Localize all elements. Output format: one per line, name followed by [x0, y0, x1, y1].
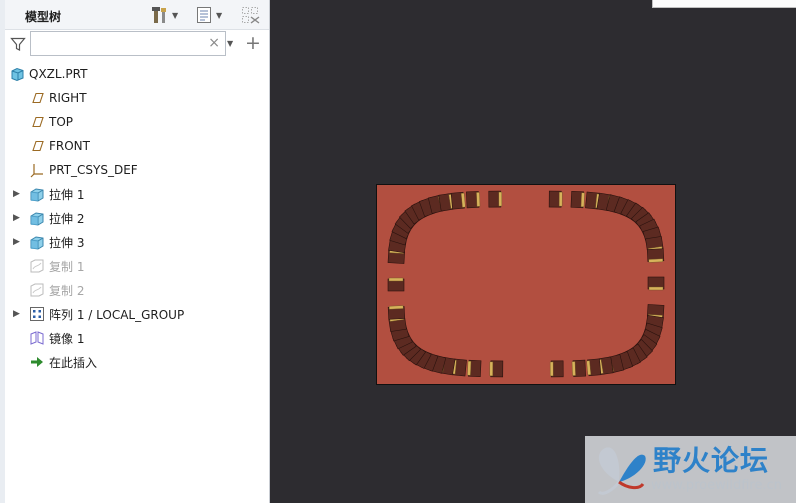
panel-header: 模型树 ▼ ▼: [5, 0, 269, 30]
bead-segment: [548, 190, 563, 208]
bead-segment: [467, 359, 482, 378]
tools-icon: [152, 7, 166, 23]
panel-title: 模型树: [25, 10, 62, 24]
bead-segment: [586, 358, 602, 377]
tree-item[interactable]: FRONT: [5, 134, 269, 158]
tree-item[interactable]: ▶ 拉伸 1: [5, 182, 269, 206]
tree-item[interactable]: RIGHT: [5, 86, 269, 110]
list-icon: [197, 7, 211, 23]
tree-item[interactable]: 镜像 1: [5, 326, 269, 350]
tree-item[interactable]: TOP: [5, 110, 269, 134]
chevron-down-icon: ▼: [216, 10, 223, 20]
datum-plane-icon: [29, 114, 45, 130]
tree-item[interactable]: ▶ 拉伸 2: [5, 206, 269, 230]
bead-segment: [387, 305, 406, 320]
expand-arrow-icon[interactable]: ▶: [13, 213, 22, 223]
bead-segment: [488, 190, 503, 208]
bead-segment: [647, 276, 665, 291]
datum-plane-icon: [29, 138, 45, 154]
tree-item[interactable]: ▶ 拉伸 3: [5, 230, 269, 254]
watermark-title: 野火论坛: [653, 444, 770, 477]
close-icon[interactable]: ×: [208, 35, 220, 52]
settings-tool-button[interactable]: ▼: [151, 5, 178, 25]
graphics-viewport[interactable]: [271, 0, 796, 503]
tree-item-label: PRT_CSYS_DEF: [49, 163, 138, 177]
insert-here-icon: [29, 354, 45, 370]
chevron-down-icon[interactable]: ▼: [227, 39, 233, 48]
copy-icon: [29, 282, 45, 298]
tree-item-label: 在此插入: [49, 355, 98, 370]
tree-item-label: FRONT: [49, 139, 90, 153]
tree-item-label: 阵列 1 / LOCAL_GROUP: [49, 307, 185, 322]
tree-item-label: 拉伸 2: [49, 211, 85, 226]
plus-icon[interactable]: +: [245, 32, 261, 54]
expand-arrow-icon[interactable]: ▶: [13, 237, 22, 247]
part-icon: [9, 66, 25, 82]
butterfly-logo: [597, 447, 646, 495]
part-model[interactable]: [376, 184, 676, 385]
mirror-icon: [29, 330, 45, 346]
bead-segment: [387, 277, 405, 292]
tree-item[interactable]: ▶ 阵列 1 / LOCAL_GROUP: [5, 302, 269, 326]
bead-segment: [571, 359, 586, 377]
copy-icon: [29, 258, 45, 274]
tree-item[interactable]: PRT_CSYS_DEF: [5, 158, 269, 182]
tree-item[interactable]: 复制 1: [5, 254, 269, 278]
bead-segment: [549, 360, 564, 378]
bead-segment: [646, 248, 665, 263]
expand-arrow-icon[interactable]: ▶: [13, 189, 22, 199]
datum-plane-icon: [29, 90, 45, 106]
extrude-icon: [29, 210, 45, 226]
search-box: ×: [30, 31, 226, 56]
show-tool-button[interactable]: ▼: [195, 5, 222, 25]
tree-item-label: RIGHT: [49, 91, 87, 105]
extrude-icon: [29, 234, 45, 250]
watermark: 野火论坛 www.proewildfire.cn: [585, 436, 796, 503]
tree-item-label: QXZL.PRT: [29, 67, 88, 81]
tree-item-label: TOP: [49, 115, 74, 129]
bead-segment: [466, 191, 481, 209]
layers-icon: [242, 7, 260, 24]
csys-icon: [29, 162, 45, 178]
tree-item-label: 镜像 1: [49, 331, 85, 346]
chevron-down-icon: ▼: [172, 10, 179, 20]
bead-segment: [489, 360, 504, 378]
search-row: × ▼ +: [5, 30, 269, 58]
extrude-icon: [29, 186, 45, 202]
filter-icon[interactable]: [10, 36, 26, 52]
bead-segment: [570, 190, 585, 209]
watermark-url: www.proewildfire.cn: [651, 478, 782, 493]
pattern-icon: [29, 306, 45, 322]
view-toolbar: [652, 0, 796, 8]
expand-arrow-icon[interactable]: ▶: [13, 309, 22, 319]
search-input[interactable]: [35, 35, 203, 52]
bead-segment: [450, 191, 466, 210]
tree-item[interactable]: 在此插入: [5, 350, 269, 374]
tree-item-label: 复制 1: [49, 259, 85, 274]
layer-tool-button[interactable]: [241, 5, 261, 25]
tree-item-label: 拉伸 3: [49, 235, 85, 250]
tree-item[interactable]: 复制 2: [5, 278, 269, 302]
tree-item-label: 复制 2: [49, 283, 85, 298]
model-tree-panel: 模型树 ▼ ▼ × ▼ + QXZL.PRT RIGHT TOP FRONT P…: [0, 0, 270, 503]
tree-item-label: 拉伸 1: [49, 187, 85, 202]
tree-item[interactable]: QXZL.PRT: [5, 62, 269, 86]
